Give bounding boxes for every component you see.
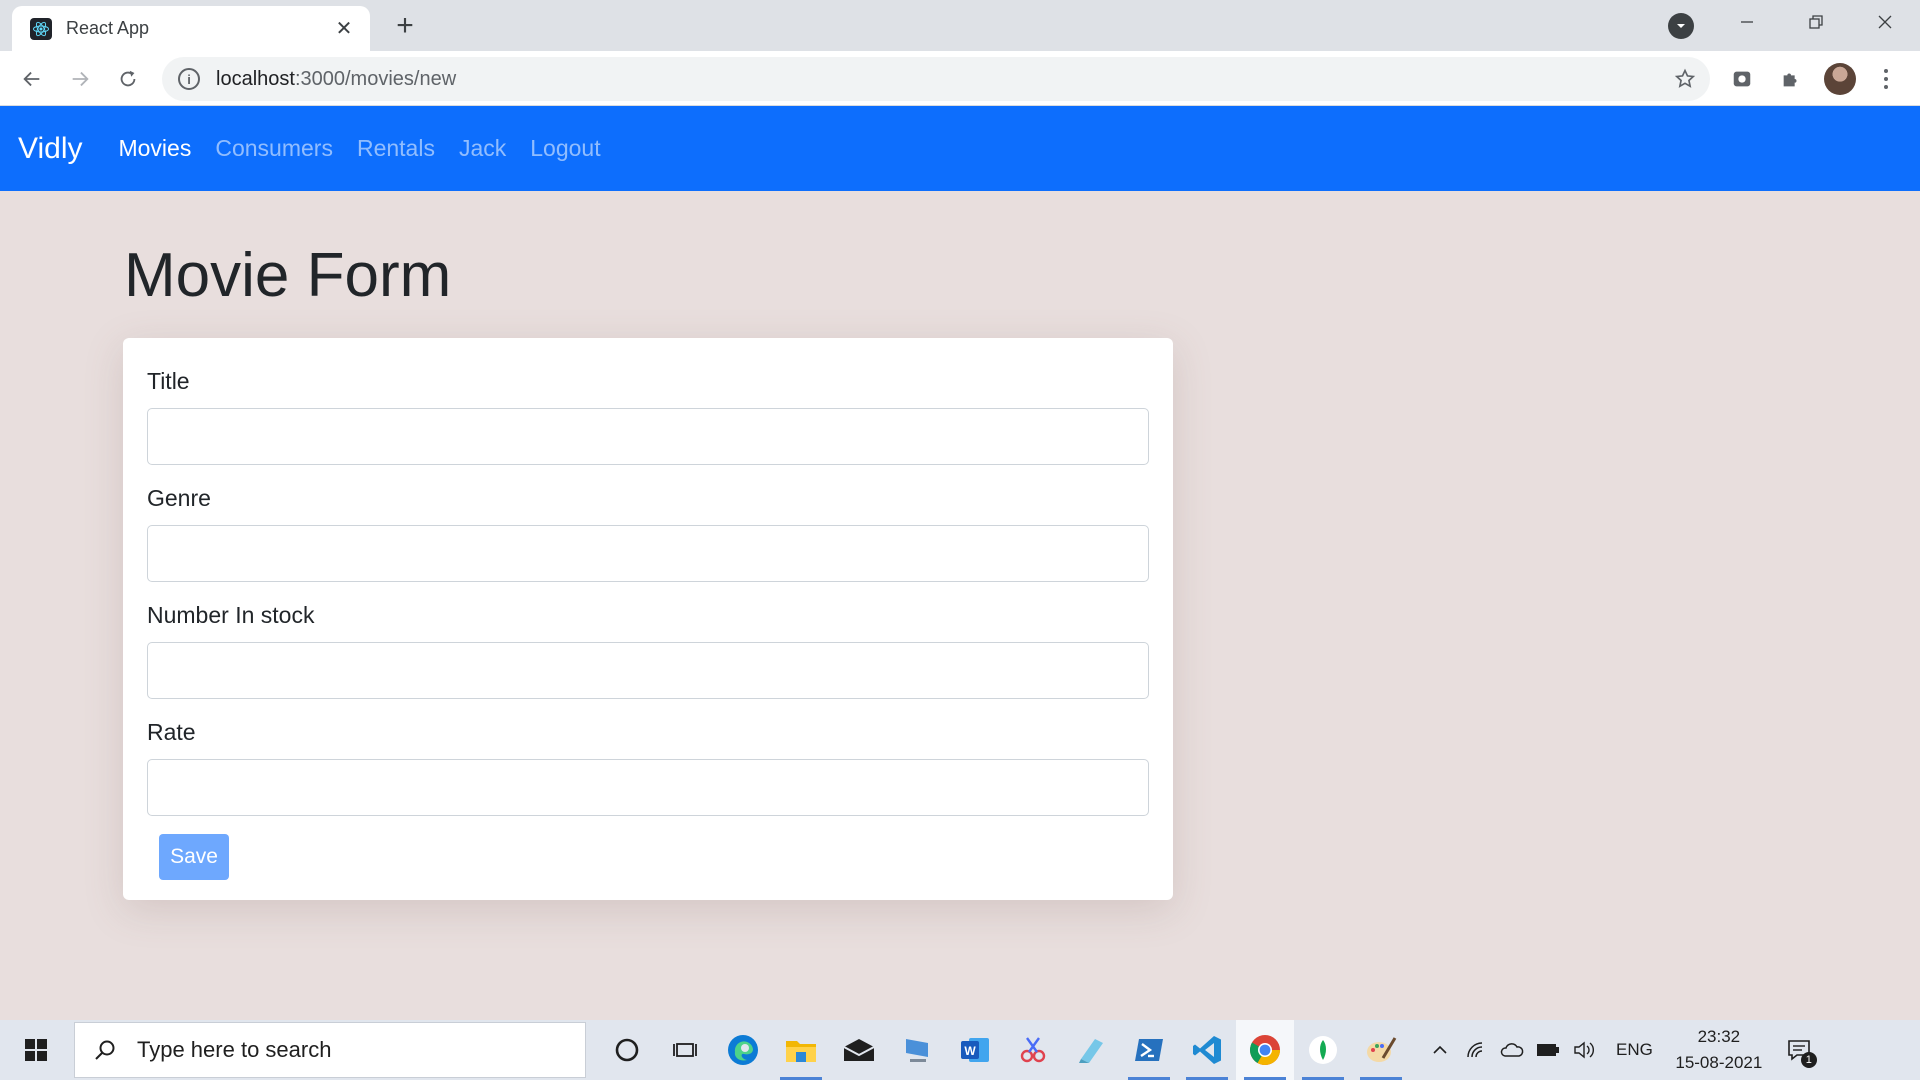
tab-search-chevron-icon[interactable] [1668,13,1694,39]
browser-tabstrip: React App ✕ + [0,0,1920,51]
brand-logo[interactable]: Vidly [18,132,82,166]
nav-link-rentals[interactable]: Rentals [357,135,435,162]
browser-toolbar: i localhost:3000/movies/new [0,51,1920,106]
close-window-icon[interactable] [1863,6,1907,38]
wifi-icon[interactable] [1458,1020,1494,1080]
nav-link-logout[interactable]: Logout [530,135,600,162]
vscode-icon[interactable] [1178,1020,1236,1080]
title-input[interactable] [147,408,1149,465]
windows-start-icon[interactable] [0,1020,72,1080]
genre-label: Genre [147,485,211,511]
profile-avatar[interactable] [1824,63,1856,95]
snipping-tool-icon[interactable] [1004,1020,1062,1080]
reload-icon[interactable] [111,62,145,96]
new-tab-plus-icon[interactable]: + [390,11,420,41]
paint-icon[interactable] [1352,1020,1410,1080]
notification-badge: 1 [1800,1052,1817,1068]
volume-icon[interactable] [1566,1020,1602,1080]
pc-icon[interactable] [888,1020,946,1080]
tab-close-icon[interactable]: ✕ [330,15,358,43]
stock-label: Number In stock [147,602,315,628]
stock-input[interactable] [147,642,1149,699]
restore-icon[interactable] [1794,6,1838,38]
notepad-icon[interactable] [1062,1020,1120,1080]
search-icon [95,1040,115,1060]
app-navbar: Vidly Movies Consumers Rentals Jack Logo… [0,106,1920,191]
rate-input[interactable] [147,759,1149,816]
react-logo-icon [30,17,52,40]
site-info-icon[interactable]: i [178,68,200,90]
forward-arrow-icon[interactable] [63,62,97,96]
clock[interactable]: 23:32 15-08-2021 [1667,1024,1771,1076]
mail-icon[interactable] [830,1020,888,1080]
nav-link-consumers[interactable]: Consumers [215,135,333,162]
nav-link-user[interactable]: Jack [459,135,506,162]
rate-label: Rate [147,719,196,745]
clock-time: 23:32 [1697,1027,1741,1046]
tab-title: React App [66,18,150,38]
clock-date: 15-08-2021 [1675,1053,1763,1072]
battery-icon[interactable] [1530,1020,1566,1080]
title-label: Title [147,368,190,394]
browser-tab[interactable]: React App ✕ [12,6,370,51]
movie-form: Title Genre Number In stock Rate Save [123,338,1173,900]
task-view-icon[interactable] [656,1020,714,1080]
svg-text:W: W [964,1044,976,1058]
extension-icon[interactable] [1726,63,1758,95]
genre-input[interactable] [147,525,1149,582]
input-language[interactable]: ENG [1616,1040,1653,1060]
onedrive-cloud-icon[interactable] [1494,1020,1530,1080]
powershell-icon[interactable] [1120,1020,1178,1080]
chrome-icon[interactable] [1236,1020,1294,1080]
address-bar[interactable]: i localhost:3000/movies/new [162,57,1710,101]
back-arrow-icon[interactable] [15,62,49,96]
windows-taskbar: Type here to search W ENG 23:32 15-08-20… [0,1020,1920,1080]
taskbar-search[interactable]: Type here to search [74,1022,586,1078]
page-title: Movie Form [124,241,452,310]
mongodb-compass-icon[interactable] [1294,1020,1352,1080]
edge-browser-icon[interactable] [714,1020,772,1080]
browser-menu-icon[interactable] [1870,63,1902,95]
puzzle-extensions-icon[interactable] [1775,63,1807,95]
notification-center-icon[interactable]: 1 [1771,1020,1827,1080]
search-placeholder: Type here to search [137,1037,332,1062]
nav-link-movies[interactable]: Movies [118,135,191,162]
word-icon[interactable]: W [946,1020,1004,1080]
cortana-icon[interactable] [598,1020,656,1080]
url-text: localhost:3000/movies/new [216,67,457,90]
save-button[interactable]: Save [159,834,229,880]
file-explorer-icon[interactable] [772,1020,830,1080]
minimize-icon[interactable] [1725,6,1769,38]
system-tray: ENG 23:32 15-08-2021 1 [1422,1020,1827,1080]
show-hidden-icons-chevron-icon[interactable] [1422,1020,1458,1080]
bookmark-star-icon[interactable] [1672,66,1698,92]
